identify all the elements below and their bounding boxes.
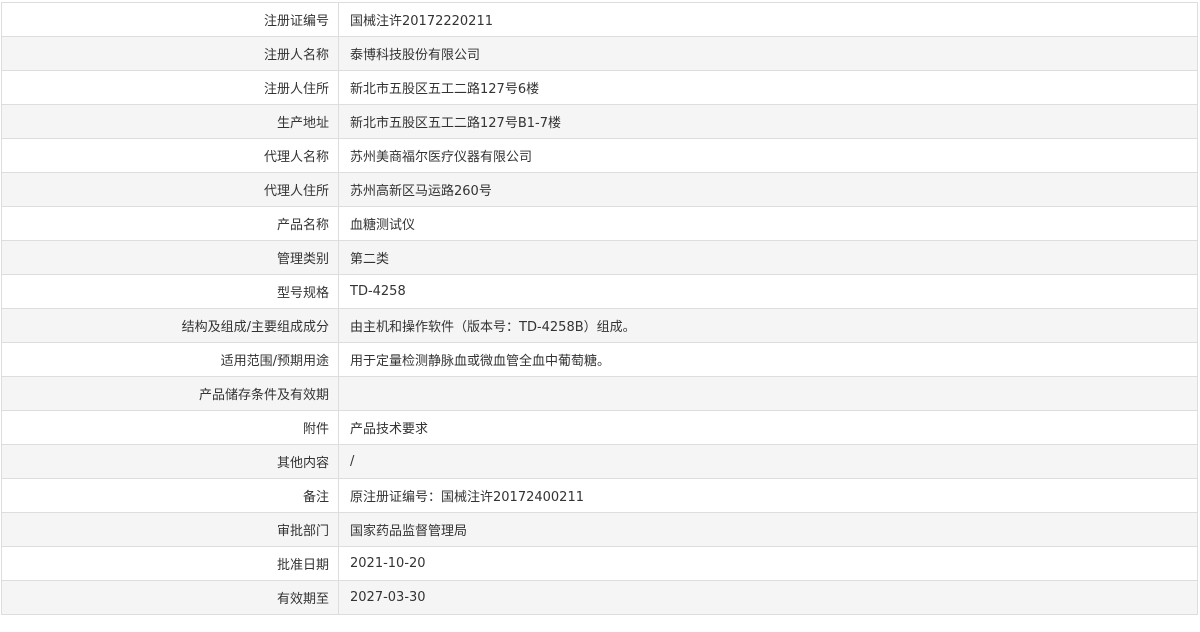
field-label: 批准日期 xyxy=(1,546,339,581)
field-label: 管理类别 xyxy=(1,240,339,275)
field-value: 国家药品监督管理局 xyxy=(338,512,1198,547)
field-value: 泰博科技股份有限公司 xyxy=(338,36,1198,71)
table-row: 管理类别 第二类 xyxy=(1,240,1198,275)
table-row: 备注 原注册证编号：国械注许20172400211 xyxy=(1,478,1198,513)
table-row: 审批部门 国家药品监督管理局 xyxy=(1,512,1198,547)
table-row: 批准日期 2021-10-20 xyxy=(1,546,1198,581)
table-row: 适用范围/预期用途 用于定量检测静脉血或微血管全血中葡萄糖。 xyxy=(1,342,1198,377)
table-row: 注册人住所 新北市五股区五工二路127号6楼 xyxy=(1,70,1198,105)
registration-detail-table: 注册证编号 国械注许20172220211 注册人名称 泰博科技股份有限公司 注… xyxy=(1,2,1198,615)
field-value: 由主机和操作软件（版本号：TD-4258B）组成。 xyxy=(338,308,1198,343)
field-value: 血糖测试仪 xyxy=(338,206,1198,241)
field-value: 原注册证编号：国械注许20172400211 xyxy=(338,478,1198,513)
field-label: 注册人名称 xyxy=(1,36,339,71)
field-label: 注册人住所 xyxy=(1,70,339,105)
table-row: 型号规格 TD-4258 xyxy=(1,274,1198,309)
field-value: 第二类 xyxy=(338,240,1198,275)
field-label: 注册证编号 xyxy=(1,2,339,37)
field-value: 国械注许20172220211 xyxy=(338,2,1198,37)
field-value: 2021-10-20 xyxy=(338,546,1198,581)
field-value: 新北市五股区五工二路127号6楼 xyxy=(338,70,1198,105)
table-row: 有效期至 2027-03-30 xyxy=(1,580,1198,615)
field-value: 苏州美商福尔医疗仪器有限公司 xyxy=(338,138,1198,173)
field-value: TD-4258 xyxy=(338,274,1198,309)
field-label: 产品储存条件及有效期 xyxy=(1,376,339,411)
table-row: 代理人住所 苏州高新区马运路260号 xyxy=(1,172,1198,207)
field-label: 附件 xyxy=(1,410,339,445)
field-value xyxy=(338,376,1198,411)
field-label: 适用范围/预期用途 xyxy=(1,342,339,377)
table-row: 附件 产品技术要求 xyxy=(1,410,1198,445)
field-value: 用于定量检测静脉血或微血管全血中葡萄糖。 xyxy=(338,342,1198,377)
table-row: 注册证编号 国械注许20172220211 xyxy=(1,2,1198,37)
field-value: 产品技术要求 xyxy=(338,410,1198,445)
field-value: 2027-03-30 xyxy=(338,580,1198,615)
table-row: 结构及组成/主要组成成分 由主机和操作软件（版本号：TD-4258B）组成。 xyxy=(1,308,1198,343)
field-label: 其他内容 xyxy=(1,444,339,479)
field-value: 新北市五股区五工二路127号B1-7楼 xyxy=(338,104,1198,139)
table-row: 代理人名称 苏州美商福尔医疗仪器有限公司 xyxy=(1,138,1198,173)
field-label: 生产地址 xyxy=(1,104,339,139)
field-label: 有效期至 xyxy=(1,580,339,615)
field-label: 型号规格 xyxy=(1,274,339,309)
field-value: / xyxy=(338,444,1198,479)
table-row: 其他内容 / xyxy=(1,444,1198,479)
field-label: 审批部门 xyxy=(1,512,339,547)
field-label: 代理人名称 xyxy=(1,138,339,173)
table-row: 生产地址 新北市五股区五工二路127号B1-7楼 xyxy=(1,104,1198,139)
table-row: 产品储存条件及有效期 xyxy=(1,376,1198,411)
table-row: 产品名称 血糖测试仪 xyxy=(1,206,1198,241)
field-label: 备注 xyxy=(1,478,339,513)
table-row: 注册人名称 泰博科技股份有限公司 xyxy=(1,36,1198,71)
field-value: 苏州高新区马运路260号 xyxy=(338,172,1198,207)
field-label: 代理人住所 xyxy=(1,172,339,207)
field-label: 结构及组成/主要组成成分 xyxy=(1,308,339,343)
field-label: 产品名称 xyxy=(1,206,339,241)
